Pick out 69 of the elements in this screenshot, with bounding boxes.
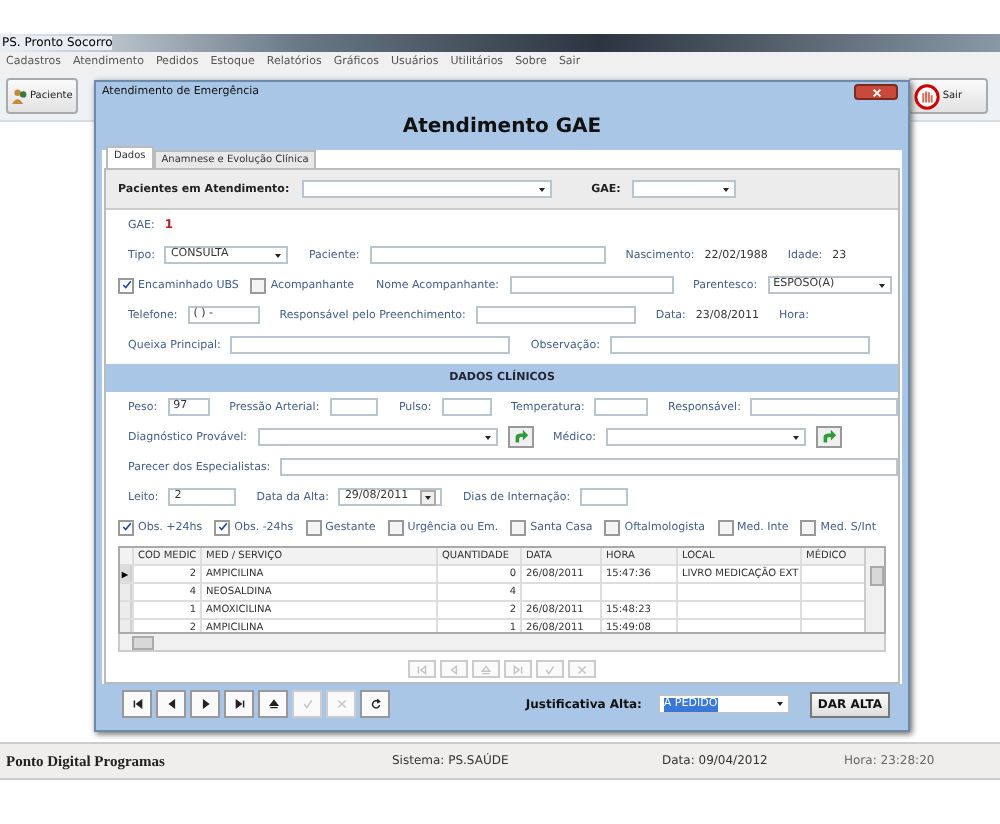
next-icon: [199, 698, 211, 710]
select-field[interactable]: [257, 428, 498, 446]
cancel-icon: [576, 663, 588, 675]
close-button[interactable]: [854, 84, 898, 100]
prev-icon: [448, 663, 460, 675]
select-field[interactable]: [605, 428, 806, 446]
patients-select[interactable]: [301, 180, 552, 198]
check-icon: [544, 663, 556, 675]
checkbox[interactable]: [510, 519, 527, 535]
people-icon: [12, 88, 28, 104]
caret-icon: [877, 281, 886, 289]
checkbox[interactable]: [250, 277, 267, 293]
nav-button[interactable]: [190, 690, 220, 718]
refresh-icon: [369, 698, 381, 710]
last-icon: [512, 663, 524, 675]
input-field[interactable]: [369, 246, 606, 264]
first-icon: [131, 698, 143, 710]
checkbox[interactable]: [717, 519, 733, 535]
horizontal-scrollbar[interactable]: [118, 634, 886, 652]
input-field[interactable]: [280, 458, 898, 476]
curved-arrow-icon: [819, 428, 838, 446]
check-icon: [301, 698, 313, 710]
prev-icon: [165, 698, 177, 710]
checkbox[interactable]: [214, 519, 231, 535]
input-field[interactable]: [441, 398, 492, 416]
add-button[interactable]: [815, 426, 842, 448]
gae-select[interactable]: [632, 180, 737, 198]
caret-icon: [775, 700, 784, 708]
stop-hand-icon: [914, 83, 941, 109]
input-field[interactable]: [580, 488, 629, 506]
cancel-icon: [335, 698, 347, 710]
nav-button[interactable]: [122, 690, 152, 718]
input-field[interactable]: [609, 336, 870, 354]
input-field[interactable]: [230, 336, 511, 354]
checkbox[interactable]: [118, 519, 134, 535]
row-indicator[interactable]: [120, 566, 132, 582]
up-icon: [267, 698, 279, 710]
caret-icon: [274, 251, 283, 259]
form-title: Atendimento GAE: [402, 115, 602, 137]
vertical-scrollbar[interactable]: [864, 548, 884, 632]
close-icon: [869, 87, 883, 97]
check-icon: [121, 522, 131, 532]
nav-button[interactable]: [258, 690, 288, 718]
up-icon: [480, 663, 492, 675]
curved-arrow-icon: [511, 428, 530, 446]
nav-button[interactable]: [156, 690, 186, 718]
checkbox[interactable]: [305, 519, 322, 535]
caret-icon: [791, 433, 800, 441]
input-field[interactable]: [475, 306, 636, 324]
caret-icon: [537, 185, 546, 193]
input-field[interactable]: [329, 398, 379, 416]
caret-icon: [483, 433, 492, 441]
pointer-icon: [120, 569, 130, 579]
checkbox[interactable]: [604, 519, 621, 535]
caret-icon: [722, 185, 731, 193]
caret-icon: [420, 489, 437, 505]
checkbox[interactable]: [118, 277, 134, 293]
input-field[interactable]: [509, 276, 674, 294]
checkbox[interactable]: [800, 519, 817, 535]
nav-button[interactable]: [224, 690, 254, 718]
check-icon: [121, 280, 131, 290]
last-icon: [233, 698, 245, 710]
nav-button[interactable]: [360, 690, 390, 718]
input-field[interactable]: [750, 398, 898, 416]
add-button[interactable]: [507, 426, 534, 448]
check-icon: [217, 522, 228, 532]
input-field[interactable]: [594, 398, 648, 416]
checkbox[interactable]: [387, 519, 404, 535]
first-icon: [416, 663, 428, 675]
